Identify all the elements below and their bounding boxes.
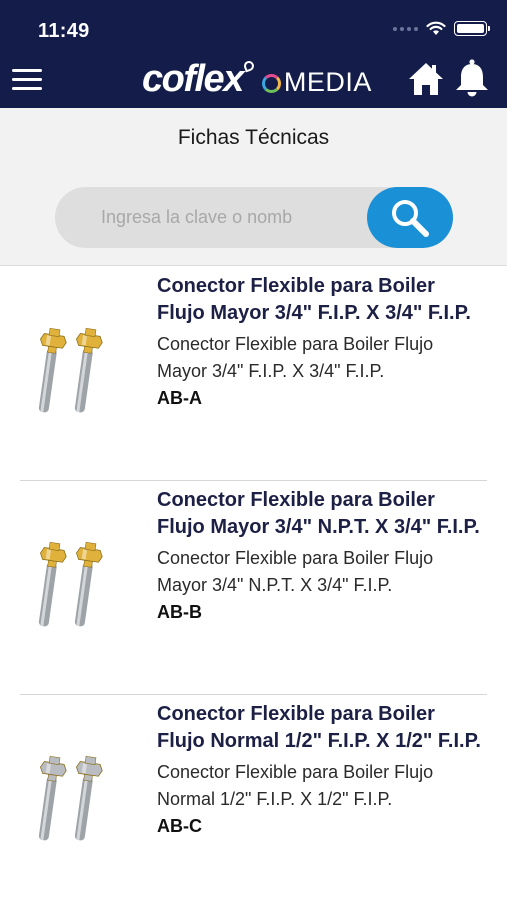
status-time: 11:49 [38, 20, 90, 42]
page-title: Fichas Técnicas [177, 126, 330, 149]
flex-connector-image [38, 327, 103, 413]
product-title: Conector Flexible para Boiler Flujo Mayo… [157, 275, 471, 324]
menu-button[interactable] [12, 69, 42, 91]
search-icon [392, 199, 429, 237]
product-text: Conector Flexible para Boiler Flujo Mayo… [157, 273, 487, 412]
menu-icon [12, 69, 42, 72]
flex-connector-image [38, 541, 103, 627]
home-button[interactable] [407, 60, 445, 98]
product-code: AB-B [157, 602, 202, 622]
flex-connector-image [38, 755, 103, 841]
notifications-button[interactable] [453, 58, 491, 98]
battery-icon [454, 21, 490, 36]
product-code: AB-C [157, 816, 202, 836]
app-header: 11:49 coflex MEDIA [0, 0, 507, 108]
logo-drop-icon [242, 59, 256, 73]
product-description: Conector Flexible para Boiler Flujo Mayo… [157, 334, 434, 381]
product-item[interactable]: Conector Flexible para Boiler Flujo Mayo… [0, 267, 507, 481]
product-description: Conector Flexible para Boiler Flujo Norm… [157, 762, 434, 809]
product-item[interactable]: Conector Flexible para Boiler Flujo Norm… [0, 695, 507, 900]
product-text: Conector Flexible para Boiler Flujo Mayo… [157, 487, 487, 626]
search-input[interactable] [101, 187, 363, 248]
product-list: Conector Flexible para Boiler Flujo Mayo… [0, 267, 507, 900]
coflex-media-logo: coflex MEDIA [142, 58, 372, 101]
logo-ring-icon [261, 74, 281, 93]
logo-brand: coflex [142, 58, 244, 100]
home-icon [409, 63, 443, 95]
wifi-icon [426, 21, 446, 35]
bell-icon [456, 59, 488, 97]
search-bar [55, 187, 453, 248]
product-title: Conector Flexible para Boiler Flujo Norm… [157, 703, 481, 752]
product-item[interactable]: Conector Flexible para Boiler Flujo Mayo… [0, 481, 507, 695]
status-icons [393, 21, 490, 36]
product-description: Conector Flexible para Boiler Flujo Mayo… [157, 548, 434, 595]
search-button[interactable] [367, 187, 453, 248]
product-title: Conector Flexible para Boiler Flujo Mayo… [157, 489, 480, 538]
logo-media: MEDIA [283, 67, 372, 97]
product-code: AB-A [157, 388, 202, 408]
product-text: Conector Flexible para Boiler Flujo Norm… [157, 701, 487, 840]
cellular-signal-icon [393, 26, 418, 31]
search-panel: Fichas Técnicas [0, 108, 507, 266]
